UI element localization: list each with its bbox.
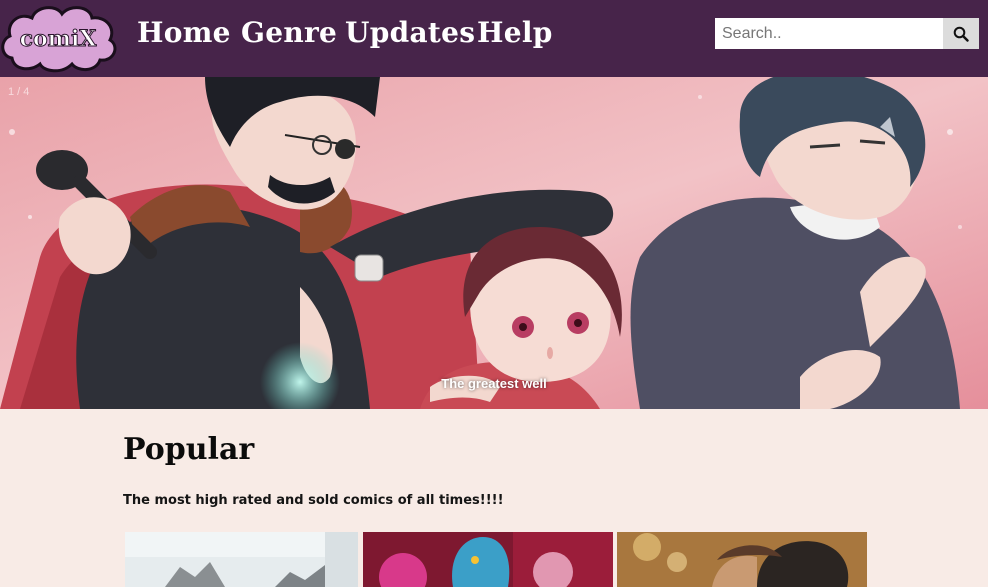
search-button[interactable] bbox=[943, 18, 979, 49]
comic-card[interactable] bbox=[363, 532, 613, 587]
slide-counter: 1 / 4 bbox=[8, 86, 30, 98]
search-input[interactable] bbox=[715, 18, 943, 49]
comic-cover-image bbox=[363, 532, 613, 587]
search-icon bbox=[953, 26, 969, 42]
slide-caption: The greatest well bbox=[441, 376, 547, 391]
popular-subtitle: The most high rated and sold comics of a… bbox=[123, 493, 504, 508]
logo-text: comiX bbox=[20, 26, 98, 52]
comic-card[interactable] bbox=[125, 532, 358, 587]
comic-card[interactable] bbox=[617, 532, 867, 587]
hero-slideshow[interactable]: 1 / 4 The greatest well bbox=[0, 77, 988, 409]
nav-genre[interactable]: Genre bbox=[241, 16, 337, 49]
comic-cover-image bbox=[617, 532, 867, 587]
comic-cover-image bbox=[125, 532, 358, 587]
hero-illustration bbox=[0, 77, 988, 409]
navbar: comiX Home Genre Updates Help bbox=[0, 0, 988, 77]
nav-updates[interactable]: Updates bbox=[345, 16, 475, 49]
popular-heading: Popular bbox=[123, 432, 255, 467]
nav-help[interactable]: Help bbox=[477, 16, 553, 49]
comix-logo[interactable]: comiX bbox=[0, 0, 120, 76]
nav-home[interactable]: Home bbox=[137, 16, 231, 49]
